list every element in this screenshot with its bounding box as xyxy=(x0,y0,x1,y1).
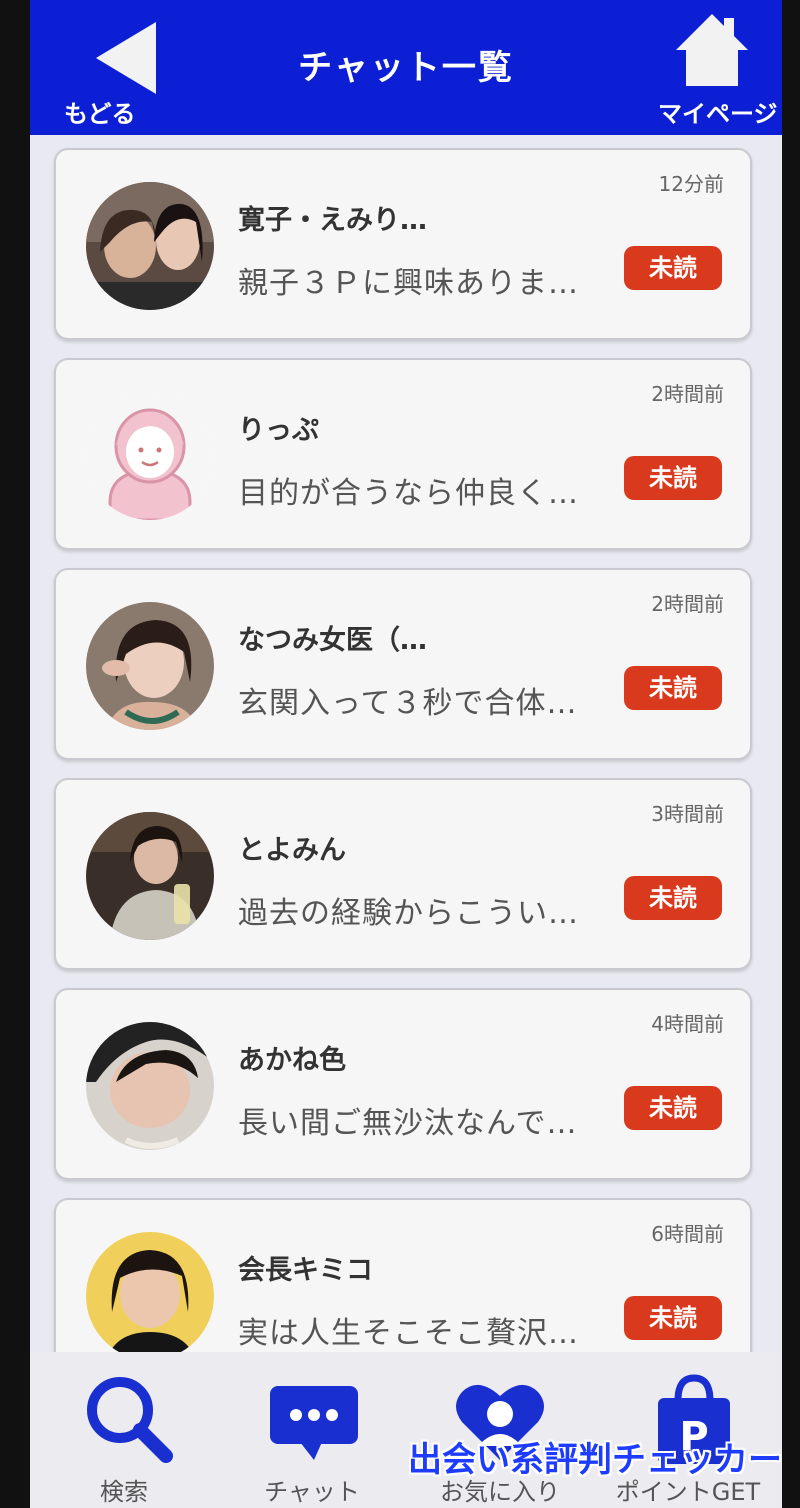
bottom-nav: 検索 チャット お気に入り P ポイントGET xyxy=(30,1352,782,1508)
avatar[interactable] xyxy=(86,1022,214,1150)
home-icon xyxy=(676,14,748,86)
chat-time: 3時間前 xyxy=(651,802,724,826)
chat-name: 会長キミコ xyxy=(238,1255,373,1286)
watermark: 出会い系評判チェッカー xyxy=(408,1440,782,1480)
header-bar: もどる チャット一覧 マイページ xyxy=(30,0,782,135)
chat-item[interactable]: りっぷ 目的が合うなら仲良く… 2時間前 未読 xyxy=(54,358,752,550)
back-label: もどる xyxy=(64,100,136,128)
chat-name: なつみ女医（… xyxy=(238,625,427,656)
chat-preview: 親子３Ｐに興味ありま… xyxy=(238,266,579,301)
unread-badge: 未読 xyxy=(624,456,722,500)
unread-badge: 未読 xyxy=(624,876,722,920)
nav-search[interactable]: 検索 xyxy=(30,1352,218,1508)
nav-point-get[interactable]: P ポイントGET xyxy=(594,1352,782,1508)
chat-item[interactable]: とよみん 過去の経験からこうい… 3時間前 未読 xyxy=(54,778,752,970)
unread-badge: 未読 xyxy=(624,246,722,290)
chat-name: 寛子・えみり… xyxy=(238,205,427,236)
chat-preview: 目的が合うなら仲良く… xyxy=(238,476,579,511)
avatar[interactable] xyxy=(86,812,214,940)
nav-chat[interactable]: チャット xyxy=(218,1352,406,1508)
chat-item[interactable]: なつみ女医（… 玄関入って３秒で合体… 2時間前 未読 xyxy=(54,568,752,760)
unread-badge: 未読 xyxy=(624,666,722,710)
chat-preview: 実は人生そこそこ贅沢… xyxy=(238,1316,579,1351)
chat-item[interactable]: あかね色 長い間ご無沙汰なんで… 4時間前 未読 xyxy=(54,988,752,1180)
mypage-button[interactable]: マイページ xyxy=(658,10,778,130)
avatar[interactable] xyxy=(86,602,214,730)
chat-time: 2時間前 xyxy=(651,592,724,616)
chat-time: 6時間前 xyxy=(651,1222,724,1246)
chat-preview: 玄関入って３秒で合体… xyxy=(238,686,578,721)
chat-name: あかね色 xyxy=(238,1045,346,1076)
chat-time: 12分前 xyxy=(658,172,724,196)
chat-preview: 過去の経験からこうい… xyxy=(238,896,579,931)
nav-search-label: 検索 xyxy=(100,1478,148,1506)
unread-badge: 未読 xyxy=(624,1086,722,1130)
chat-time: 4時間前 xyxy=(651,1012,724,1036)
avatar[interactable] xyxy=(86,1232,214,1360)
chat-item[interactable]: 寛子・えみり… 親子３Ｐに興味ありま… 12分前 未読 xyxy=(54,148,752,340)
unread-badge: 未読 xyxy=(624,1296,722,1340)
nav-chat-label: チャット xyxy=(264,1478,360,1506)
avatar[interactable] xyxy=(86,182,214,310)
default-avatar-icon[interactable] xyxy=(86,392,214,520)
chat-name: とよみん xyxy=(238,835,346,866)
search-icon xyxy=(87,1377,173,1463)
chat-bubble-icon xyxy=(270,1386,358,1460)
chat-list-screen: もどる チャット一覧 マイページ 寛子・えみり… 親子３Ｐに興味ありま… 12分… xyxy=(30,0,782,1508)
nav-favorites[interactable]: お気に入り xyxy=(406,1352,594,1508)
chat-preview: 長い間ご無沙汰なんで… xyxy=(238,1106,578,1141)
mypage-label: マイページ xyxy=(658,100,778,128)
chat-time: 2時間前 xyxy=(651,382,724,406)
chat-name: りっぷ xyxy=(238,415,319,446)
